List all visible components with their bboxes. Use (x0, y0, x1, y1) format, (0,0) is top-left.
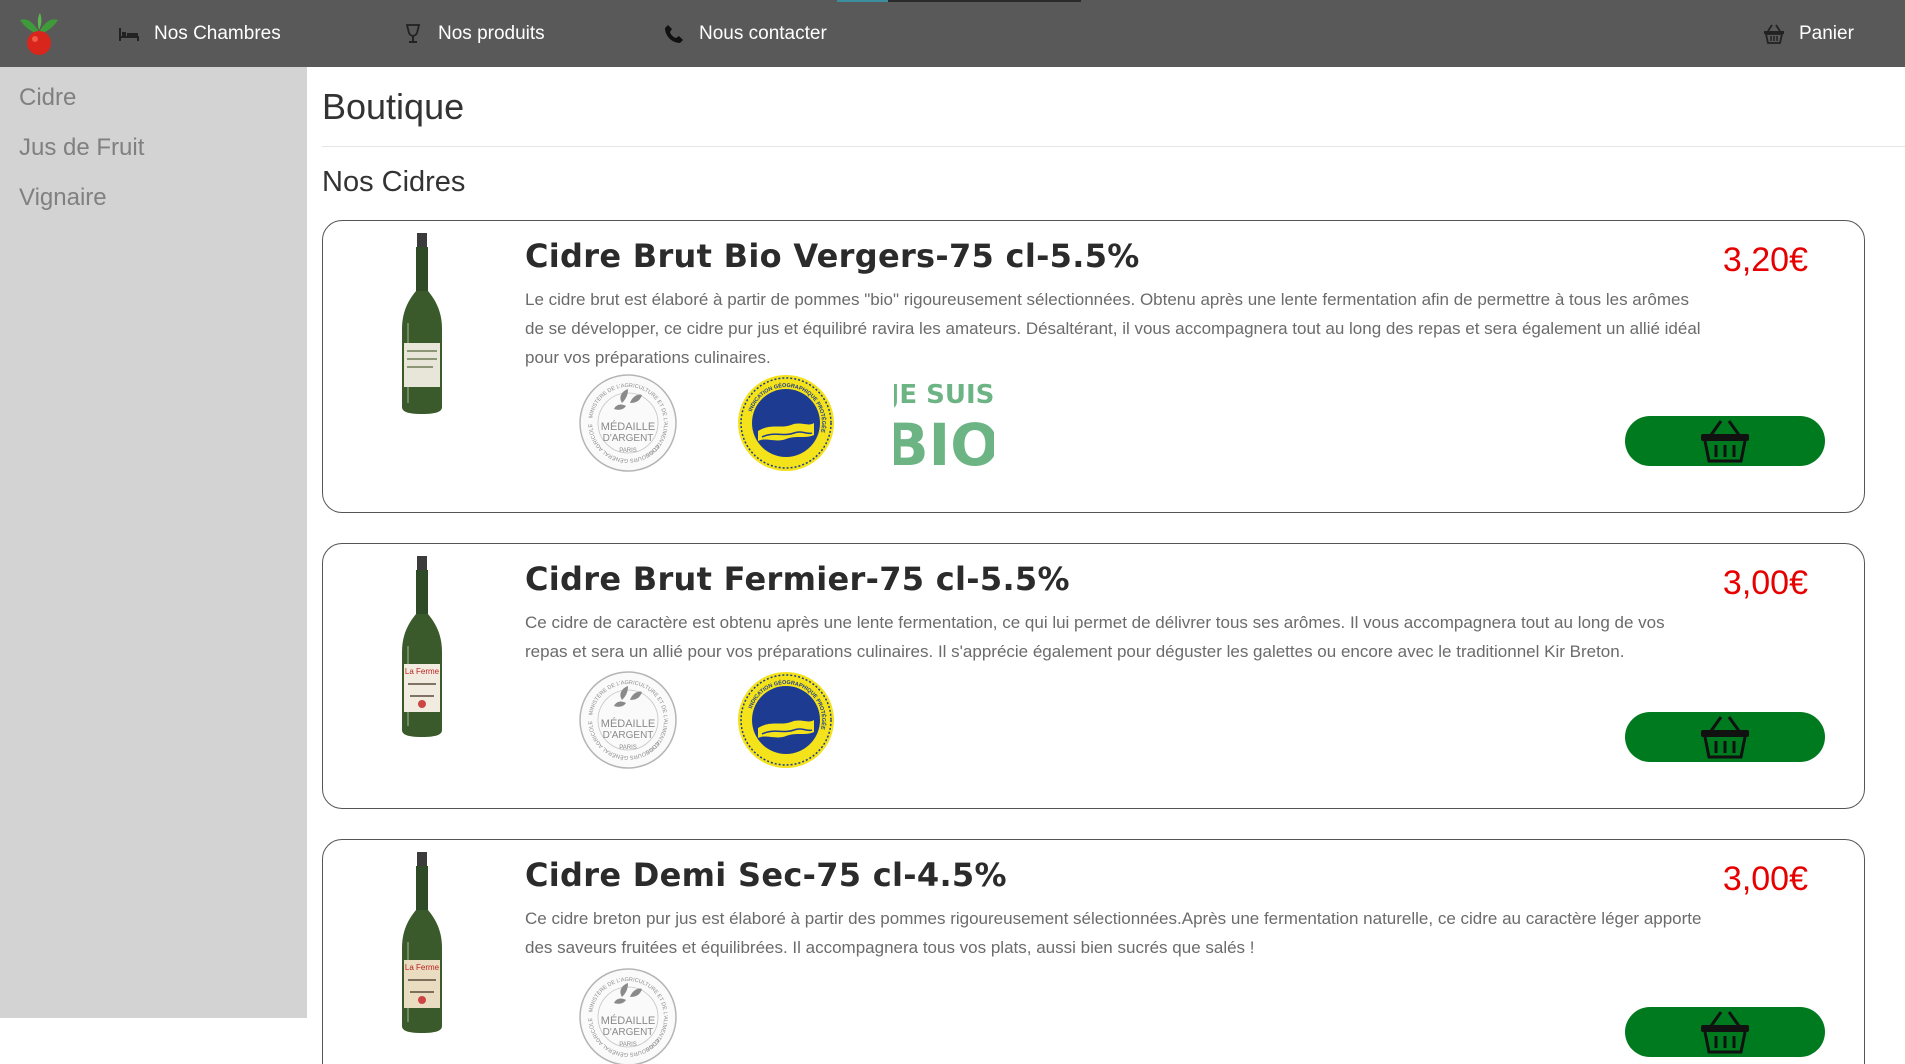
svg-text:La Ferme: La Ferme (405, 667, 440, 676)
product-name[interactable]: Cidre Brut Fermier-75 cl-5.5% (525, 560, 1070, 598)
svg-text:JE SUIS: JE SUIS (894, 380, 994, 410)
sidebar-item-jus-de-fruit[interactable]: Jus de Fruit (19, 134, 144, 162)
nav-chambres-label: Nos Chambres (154, 22, 281, 44)
product-card: La Ferme Cidre Brut Fermier-75 cl-5.5% 3… (322, 543, 1865, 809)
product-card: Cidre Brut Bio Vergers-75 cl-5.5% 3,20€ … (322, 220, 1865, 513)
igp-label-icon: INDICATION GÉOGRAPHIQUE PROTÉGÉE (736, 373, 836, 473)
silver-medal-icon: MÉDAILLE D'ARGENT PARIS MINISTÈRE DE L'A… (578, 967, 678, 1064)
nav-active-indicator (837, 0, 1081, 2)
product-name[interactable]: Cidre Brut Bio Vergers-75 cl-5.5% (525, 237, 1140, 275)
silver-medal-icon: MÉDAILLE D'ARGENT PARIS MINISTÈRE DE L'A… (578, 373, 678, 473)
top-navbar: Nos Chambres Nos produits Nous contacter… (0, 0, 1905, 67)
add-to-cart-button[interactable] (1625, 712, 1825, 762)
page-title: Boutique (322, 86, 465, 127)
product-price: 3,00€ (1722, 564, 1808, 602)
title-divider (322, 146, 1905, 147)
product-badges: MÉDAILLE D'ARGENT PARIS MINISTÈRE DE L'A… (578, 967, 736, 1064)
nav-contact-label: Nous contacter (699, 22, 827, 44)
nav-produits-label: Nos produits (438, 22, 545, 44)
svg-text:PARIS: PARIS (619, 745, 637, 751)
product-name[interactable]: Cidre Demi Sec-75 cl-4.5% (525, 856, 1007, 894)
product-card: La Ferme Cidre Demi Sec-75 cl-4.5% 3,00€… (322, 839, 1865, 1064)
svg-text:D'ARGENT: D'ARGENT (603, 433, 654, 444)
basket-icon (1701, 716, 1749, 759)
product-description: Ce cidre de caractère est obtenu après u… (525, 613, 1665, 661)
basket-icon (1701, 420, 1749, 463)
sidebar-item-vignaire[interactable]: Vignaire (19, 184, 107, 212)
svg-text:D'ARGENT: D'ARGENT (603, 730, 654, 741)
add-to-cart-button[interactable] (1625, 1007, 1825, 1057)
nav-cart[interactable]: Panier (1763, 0, 1854, 67)
product-badges: MÉDAILLE D'ARGENT PARIS MINISTÈRE DE L'A… (578, 373, 994, 473)
product-description: Le cidre brut est élaboré à partir de po… (525, 290, 1701, 367)
nav-chambres[interactable]: Nos Chambres (118, 0, 281, 67)
add-to-cart-button[interactable] (1625, 416, 1825, 466)
nav-contact[interactable]: Nous contacter (663, 0, 827, 67)
product-price: 3,00€ (1722, 860, 1808, 898)
sidebar-item-cidre[interactable]: Cidre (19, 84, 76, 112)
section-title: Nos Cidres (322, 166, 466, 198)
je-suis-bio-icon: JE SUIS BIO (894, 380, 994, 471)
product-price: 3,20€ (1722, 241, 1808, 279)
product-bottle-image (398, 233, 446, 415)
svg-text:PARIS: PARIS (619, 448, 637, 454)
svg-text:BIO: BIO (894, 411, 994, 471)
phone-icon (663, 23, 685, 45)
site-logo[interactable] (18, 12, 60, 56)
svg-text:MÉDAILLE: MÉDAILLE (601, 1014, 655, 1027)
svg-text:La Ferme: La Ferme (405, 963, 440, 972)
basket-icon (1701, 1011, 1749, 1054)
product-badges: MÉDAILLE D'ARGENT PARIS MINISTÈRE DE L'A… (578, 670, 894, 770)
bed-icon (118, 23, 140, 45)
silver-medal-icon: MÉDAILLE D'ARGENT PARIS MINISTÈRE DE L'A… (578, 670, 678, 770)
igp-label-icon: INDICATION GÉOGRAPHIQUE PROTÉGÉE (736, 670, 836, 770)
product-bottle-image: La Ferme (398, 556, 446, 738)
svg-text:D'ARGENT: D'ARGENT (603, 1027, 654, 1038)
goblet-icon (402, 23, 424, 45)
basket-icon (1763, 23, 1785, 45)
nav-produits[interactable]: Nos produits (402, 0, 545, 67)
svg-text:MÉDAILLE: MÉDAILLE (601, 717, 655, 730)
product-bottle-image: La Ferme (398, 852, 446, 1034)
nav-cart-label: Panier (1799, 22, 1854, 44)
svg-text:MÉDAILLE: MÉDAILLE (601, 420, 655, 433)
product-description: Ce cidre breton pur jus est élaboré à pa… (525, 909, 1702, 957)
svg-text:PARIS: PARIS (619, 1042, 637, 1048)
category-sidebar: Cidre Jus de Fruit Vignaire (0, 67, 307, 1018)
